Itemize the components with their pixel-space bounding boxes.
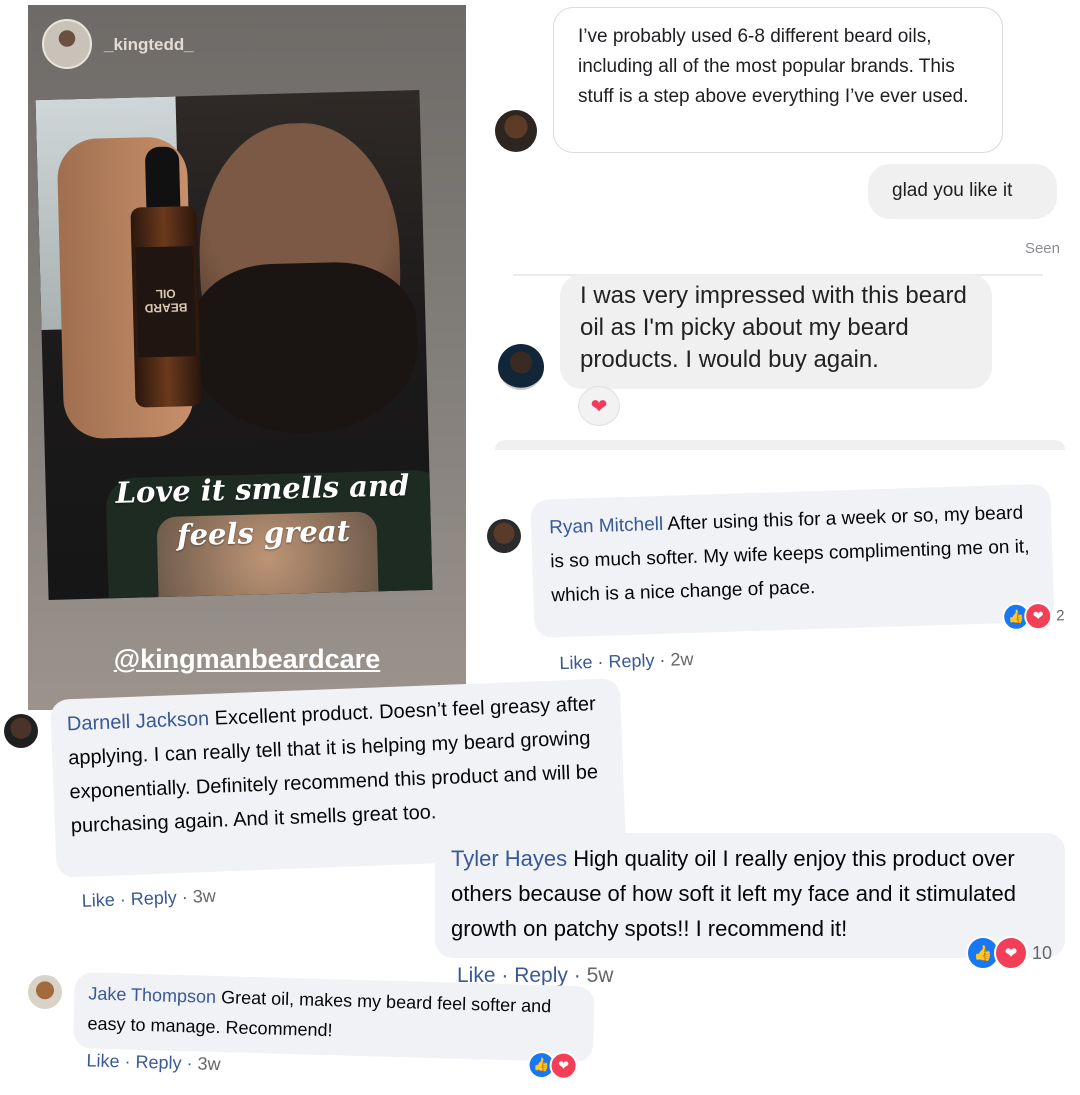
bottle-label: BEARD OIL — [135, 246, 197, 358]
message-bubble-2: I was very impressed with this beard oil… — [560, 274, 992, 389]
reply-link[interactable]: Reply — [130, 887, 177, 909]
comment-jake: Jake Thompson Great oil, makes my beard … — [72, 972, 600, 1095]
commenter-name[interactable]: Jake Thompson — [88, 983, 216, 1007]
reaction-count: 10 — [1032, 942, 1053, 963]
man-beard — [189, 260, 420, 437]
comment-ryan: Ryan Mitchell After using this for a wee… — [530, 473, 1076, 680]
like-link[interactable]: Like — [559, 652, 593, 673]
comment-time: 2w — [670, 648, 694, 670]
commenter-name[interactable]: Darnell Jackson — [67, 708, 210, 735]
comment-time: 5w — [586, 964, 614, 987]
love-reaction-icon: ❤ — [994, 936, 1028, 970]
bottle-label-text: BEARD OIL — [144, 286, 188, 316]
sender-avatar[interactable] — [495, 110, 537, 152]
like-link[interactable]: Like — [86, 1050, 120, 1071]
like-link[interactable]: Like — [81, 890, 115, 911]
comment-bubble-ryan: Ryan Mitchell After using this for a wee… — [530, 483, 1055, 638]
reply-link[interactable]: Reply — [608, 650, 655, 671]
reaction-summary[interactable]: 👍 ❤ 10 — [966, 936, 1052, 970]
story-handle-link[interactable]: @kingmanbeardcare — [28, 644, 466, 675]
story-username[interactable]: _kingtedd_ — [104, 35, 194, 55]
reaction-summary[interactable]: 👍 ❤ — [527, 1050, 578, 1081]
dropper-cap — [144, 146, 181, 212]
message-bubble-1: I’ve probably used 6-8 different beard o… — [553, 7, 1003, 153]
love-reaction-icon: ❤ — [549, 1051, 578, 1081]
commenter-name[interactable]: Tyler Hayes — [451, 846, 567, 871]
love-reaction-icon: ❤ — [1023, 601, 1053, 631]
comment-time: 3w — [192, 885, 217, 907]
sender-avatar-2[interactable] — [498, 344, 544, 390]
story-caption: Love it smells and feels great — [77, 462, 449, 560]
story-avatar[interactable] — [42, 19, 92, 69]
comment-actions: Like · Reply · 3w — [86, 1050, 221, 1075]
next-bubble-edge — [495, 440, 1065, 450]
reaction-count: 2 — [1055, 606, 1065, 625]
comment-avatar-darnell[interactable] — [4, 714, 38, 748]
comment-bubble-jake: Jake Thompson Great oil, makes my beard … — [72, 972, 595, 1063]
comment-actions: Like · Reply · 3w — [81, 885, 217, 911]
story-card: _kingtedd_ BEARD OIL Love it smells and … — [28, 5, 466, 710]
commenter-name[interactable]: Ryan Mitchell — [549, 514, 664, 539]
reply-bubble: glad you like it — [868, 164, 1057, 219]
reaction-summary[interactable]: 👍 ❤ 2 — [1001, 601, 1065, 632]
comment-time: 3w — [197, 1053, 221, 1075]
comment-tyler: Tyler Hayes High quality oil I really en… — [435, 833, 1065, 993]
reply-link[interactable]: Reply — [135, 1052, 182, 1073]
seen-indicator: Seen — [1024, 240, 1060, 257]
comment-avatar-ryan[interactable] — [487, 519, 521, 553]
comment-actions: Like · Reply · 2w — [559, 648, 694, 674]
comment-avatar-jake[interactable] — [28, 975, 62, 1009]
heart-reaction-icon[interactable]: ❤ — [578, 386, 620, 426]
